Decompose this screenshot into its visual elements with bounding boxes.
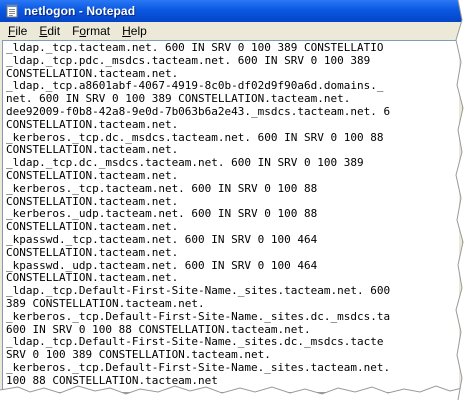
screenshot: netlogon - Notepad File Edit Format Help… xyxy=(0,0,470,400)
menu-help[interactable]: Help xyxy=(116,22,153,40)
text-line: 389 CONSTELLATION.tacteam.net. xyxy=(6,296,205,310)
format-rest: rmat xyxy=(86,24,111,38)
menu-bar: File Edit Format Help xyxy=(0,22,462,40)
text-line: SRV 0 100 389 CONSTELLATION.tacteam.net. xyxy=(6,348,271,362)
torn-edge-right xyxy=(455,0,470,400)
text-line: _ldap._tcp.pdc._msdcs.tacteam.net. 600 I… xyxy=(6,53,371,67)
text-line: CONSTELLATION.tacteam.net. xyxy=(6,117,179,131)
editor-text: _ldap._tcp.tacteam.net. 600 IN SRV 0 100… xyxy=(3,41,459,388)
text-editor-area[interactable]: _ldap._tcp.tacteam.net. 600 IN SRV 0 100… xyxy=(2,40,459,392)
text-line: CONSTELLATION.tacteam.net. xyxy=(6,245,179,259)
notepad-icon[interactable] xyxy=(5,4,19,18)
text-line: _ldap._tcp.tacteam.net. 600 IN SRV 0 100… xyxy=(6,41,384,54)
title-bar[interactable]: netlogon - Notepad xyxy=(0,0,462,22)
torn-edge-bottom xyxy=(0,385,470,400)
text-line: _kerberos._tcp.Default-First-Site-Name._… xyxy=(6,309,391,323)
menu-file[interactable]: File xyxy=(0,22,33,40)
text-line: _kerberos._tcp.tacteam.net. 600 IN SRV 0… xyxy=(6,181,318,195)
text-line: dee92009-f0b8-42a8-9e0d-7b063b6a2e43._ms… xyxy=(6,104,391,118)
text-line: _kerberos._tcp.Default-First-Site-Name._… xyxy=(6,360,391,374)
text-line: CONSTELLATION.tacteam.net. xyxy=(6,168,179,182)
notepad-window: netlogon - Notepad File Edit Format Help… xyxy=(0,0,463,392)
menu-format[interactable]: Format xyxy=(66,22,116,40)
menu-edit[interactable]: Edit xyxy=(33,22,66,40)
text-line: _kpasswd._tcp.tacteam.net. 600 IN SRV 0 … xyxy=(6,232,318,246)
window-title: netlogon - Notepad xyxy=(24,4,136,18)
